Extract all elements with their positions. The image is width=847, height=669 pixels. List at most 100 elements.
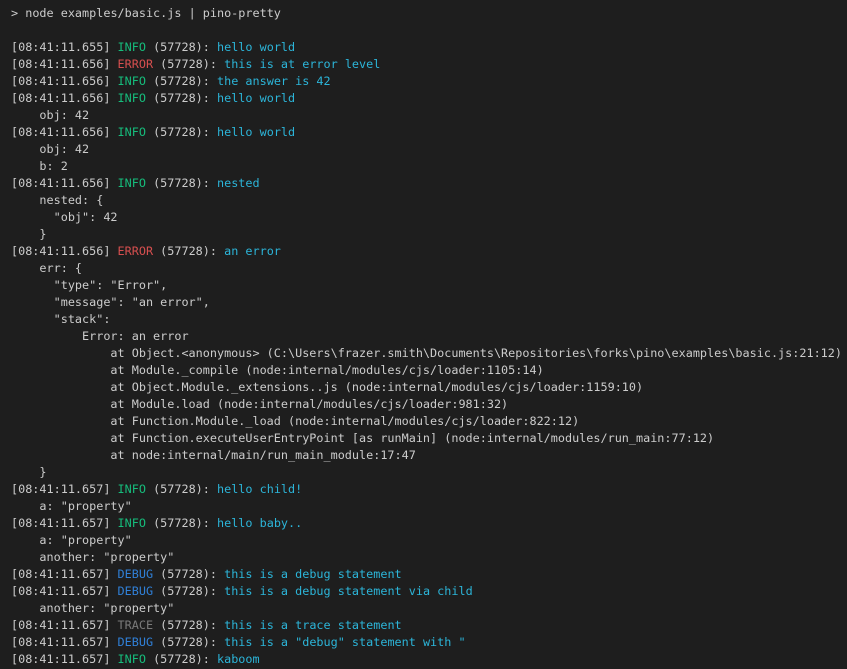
log-detail-text: at Object.Module._extensions..js (node:i…	[11, 380, 643, 394]
log-timestamp: [08:41:11.657]	[11, 482, 118, 496]
log-level: INFO	[118, 516, 146, 530]
log-detail-line: at Module.load (node:internal/modules/cj…	[11, 396, 847, 413]
log-detail-line: "obj": 42	[11, 209, 847, 226]
log-timestamp: [08:41:11.656]	[11, 125, 118, 139]
log-timestamp: [08:41:11.656]	[11, 176, 118, 190]
log-line: [08:41:11.655] INFO (57728): hello world	[11, 39, 847, 56]
log-pid: (57728):	[146, 652, 217, 666]
log-timestamp: [08:41:11.657]	[11, 652, 118, 666]
log-detail-text: at node:internal/main/run_main_module:17…	[11, 448, 416, 462]
log-detail-line: another: "property"	[11, 600, 847, 617]
log-timestamp: [08:41:11.656]	[11, 244, 118, 258]
log-level: INFO	[118, 91, 146, 105]
log-pid: (57728):	[153, 635, 224, 649]
log-detail-text: err: {	[11, 261, 82, 275]
log-line: [08:41:11.656] ERROR (57728): this is at…	[11, 56, 847, 73]
log-detail-text: obj: 42	[11, 108, 89, 122]
log-line: [08:41:11.656] ERROR (57728): an error	[11, 243, 847, 260]
log-level: ERROR	[118, 57, 154, 71]
log-detail-line: "type": "Error",	[11, 277, 847, 294]
log-detail-text: at Function.executeUserEntryPoint [as ru…	[11, 431, 714, 445]
log-pid: (57728):	[146, 176, 217, 190]
log-detail-text: nested: {	[11, 193, 103, 207]
log-message: nested	[217, 176, 260, 190]
log-detail-line: at Function.Module._load (node:internal/…	[11, 413, 847, 430]
log-line: [08:41:11.657] DEBUG (57728): this is a …	[11, 634, 847, 651]
log-detail-line: "stack":	[11, 311, 847, 328]
log-message: hello world	[217, 125, 295, 139]
log-line: [08:41:11.657] INFO (57728): hello baby.…	[11, 515, 847, 532]
log-detail-line: at Module._compile (node:internal/module…	[11, 362, 847, 379]
log-detail-text: "type": "Error",	[11, 278, 167, 292]
log-level: INFO	[118, 40, 146, 54]
log-detail-line: another: "property"	[11, 549, 847, 566]
log-message: the answer is 42	[217, 74, 331, 88]
log-detail-text: a: "property"	[11, 533, 132, 547]
log-message: this is at error level	[224, 57, 380, 71]
log-lines: [08:41:11.655] INFO (57728): hello world…	[11, 39, 847, 668]
log-level: DEBUG	[118, 567, 154, 581]
log-level: DEBUG	[118, 584, 154, 598]
log-timestamp: [08:41:11.657]	[11, 584, 118, 598]
log-message: kaboom	[217, 652, 260, 666]
log-pid: (57728):	[153, 244, 224, 258]
log-detail-text: }	[11, 465, 47, 479]
log-detail-line: a: "property"	[11, 498, 847, 515]
log-message: hello world	[217, 91, 295, 105]
log-pid: (57728):	[153, 57, 224, 71]
log-timestamp: [08:41:11.657]	[11, 618, 118, 632]
log-detail-line: at Function.executeUserEntryPoint [as ru…	[11, 430, 847, 447]
log-level: INFO	[118, 125, 146, 139]
log-detail-text: another: "property"	[11, 550, 174, 564]
shell-prompt: >	[11, 6, 25, 20]
log-detail-text: }	[11, 227, 47, 241]
log-timestamp: [08:41:11.657]	[11, 567, 118, 581]
log-timestamp: [08:41:11.656]	[11, 57, 118, 71]
command-text: node examples/basic.js | pino-pretty	[25, 6, 281, 20]
log-pid: (57728):	[146, 40, 217, 54]
log-detail-line: at Object.<anonymous> (C:\Users\frazer.s…	[11, 345, 847, 362]
log-detail-text: Error: an error	[11, 329, 189, 343]
log-pid: (57728):	[153, 584, 224, 598]
log-line: [08:41:11.656] INFO (57728): hello world	[11, 90, 847, 107]
log-level: INFO	[118, 482, 146, 496]
log-detail-line: a: "property"	[11, 532, 847, 549]
log-detail-text: "stack":	[11, 312, 110, 326]
log-line: [08:41:11.656] INFO (57728): hello world	[11, 124, 847, 141]
log-level: INFO	[118, 652, 146, 666]
log-level: DEBUG	[118, 635, 154, 649]
command-line: > node examples/basic.js | pino-pretty	[11, 5, 847, 22]
log-detail-text: at Object.<anonymous> (C:\Users\frazer.s…	[11, 346, 842, 360]
log-detail-text: b: 2	[11, 159, 68, 173]
log-level: ERROR	[118, 244, 154, 258]
log-detail-text: at Function.Module._load (node:internal/…	[11, 414, 579, 428]
log-timestamp: [08:41:11.657]	[11, 516, 118, 530]
log-detail-text: another: "property"	[11, 601, 174, 615]
log-timestamp: [08:41:11.655]	[11, 40, 118, 54]
log-line: [08:41:11.657] TRACE (57728): this is a …	[11, 617, 847, 634]
log-detail-line: Error: an error	[11, 328, 847, 345]
log-detail-line: err: {	[11, 260, 847, 277]
log-message: this is a debug statement via child	[224, 584, 473, 598]
log-detail-text: obj: 42	[11, 142, 89, 156]
terminal-output-area[interactable]: > node examples/basic.js | pino-pretty […	[0, 0, 847, 669]
log-message: this is a debug statement	[224, 567, 402, 581]
log-message: hello world	[217, 40, 295, 54]
log-line: [08:41:11.657] INFO (57728): hello child…	[11, 481, 847, 498]
log-message: this is a trace statement	[224, 618, 402, 632]
log-detail-text: "obj": 42	[11, 210, 118, 224]
log-detail-text: at Module._compile (node:internal/module…	[11, 363, 544, 377]
log-pid: (57728):	[153, 567, 224, 581]
log-message: hello child!	[217, 482, 302, 496]
log-timestamp: [08:41:11.657]	[11, 635, 118, 649]
log-detail-text: at Module.load (node:internal/modules/cj…	[11, 397, 508, 411]
log-detail-line: at Object.Module._extensions..js (node:i…	[11, 379, 847, 396]
log-pid: (57728):	[146, 74, 217, 88]
log-line: [08:41:11.657] INFO (57728): kaboom	[11, 651, 847, 668]
log-message: hello baby..	[217, 516, 302, 530]
log-timestamp: [08:41:11.656]	[11, 74, 118, 88]
log-detail-line: }	[11, 226, 847, 243]
log-line: [08:41:11.657] DEBUG (57728): this is a …	[11, 566, 847, 583]
log-line: [08:41:11.657] DEBUG (57728): this is a …	[11, 583, 847, 600]
log-line: [08:41:11.656] INFO (57728): the answer …	[11, 73, 847, 90]
